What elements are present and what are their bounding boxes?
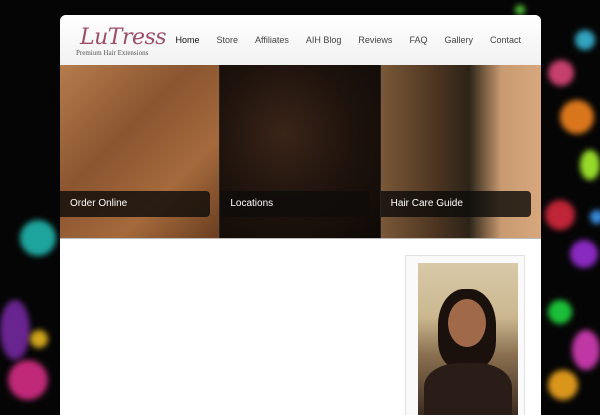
sidebar-photo-box [405, 255, 525, 415]
hero-panel-label[interactable]: Order Online [60, 191, 210, 217]
nav-item-faq[interactable]: FAQ [409, 35, 427, 45]
hero-panels: Order Online Locations Hair Care Guide [60, 65, 541, 239]
logo[interactable]: LuTress Premium Hair Extensions [76, 25, 167, 59]
hero-panel-locations[interactable]: Locations [220, 65, 381, 238]
nav-item-contact[interactable]: Contact [490, 35, 521, 45]
nav-item-affiliates[interactable]: Affiliates [255, 35, 289, 45]
photo-face-shape [448, 299, 486, 347]
nav-item-home[interactable]: Home [176, 35, 200, 45]
nav-item-aih-blog[interactable]: AIH Blog [306, 35, 342, 45]
nav-item-reviews[interactable]: Reviews [358, 35, 392, 45]
main-navigation: Home Store Affiliates AIH Blog Reviews F… [159, 35, 522, 45]
photo-body-shape [424, 363, 512, 415]
nav-item-gallery[interactable]: Gallery [444, 35, 473, 45]
main-content [60, 239, 541, 415]
hero-panel-label[interactable]: Locations [220, 191, 371, 217]
nav-item-store[interactable]: Store [217, 35, 239, 45]
hero-panel-order-online[interactable]: Order Online [60, 65, 221, 238]
profile-photo [418, 263, 518, 415]
site-container: LuTress Premium Hair Extensions Home Sto… [60, 15, 541, 415]
logo-name: LuTress [80, 25, 167, 50]
logo-tagline: Premium Hair Extensions [76, 49, 149, 57]
hero-panel-label[interactable]: Hair Care Guide [380, 191, 531, 217]
site-header: LuTress Premium Hair Extensions Home Sto… [60, 15, 541, 66]
hero-panel-hair-care-guide[interactable]: Hair Care Guide [380, 65, 541, 238]
